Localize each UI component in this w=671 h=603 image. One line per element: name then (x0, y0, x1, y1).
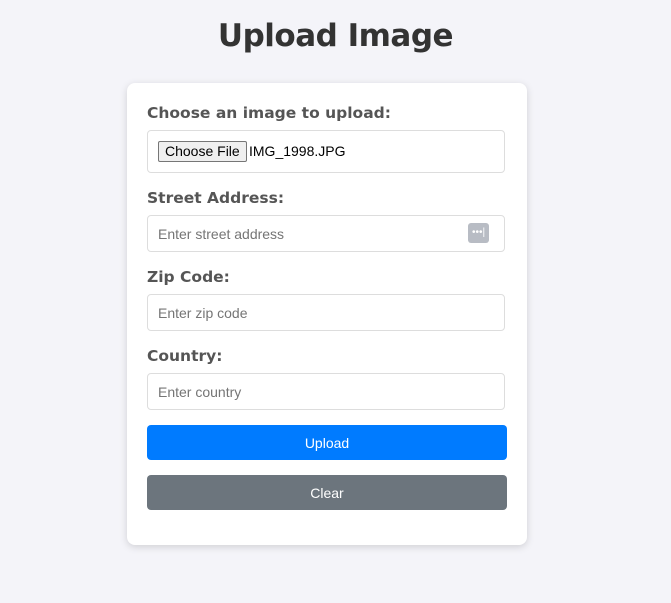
country-field[interactable] (147, 373, 505, 410)
zip-field[interactable] (147, 294, 505, 331)
street-input[interactable] (148, 216, 468, 251)
password-manager-icon[interactable]: •••| (468, 223, 489, 243)
street-field[interactable]: •••| (147, 215, 505, 252)
upload-button[interactable]: Upload (147, 425, 507, 460)
street-label: Street Address: (147, 189, 285, 207)
zip-input[interactable] (148, 295, 468, 330)
zip-label: Zip Code: (147, 268, 230, 286)
choose-file-button[interactable]: Choose File (158, 141, 247, 162)
file-label: Choose an image to upload: (147, 104, 391, 122)
file-input[interactable]: Choose File IMG_1998.JPG (147, 130, 505, 173)
file-name: IMG_1998.JPG (249, 143, 346, 159)
country-input[interactable] (148, 374, 468, 409)
clear-button[interactable]: Clear (147, 475, 507, 510)
page-title: Upload Image (217, 18, 454, 54)
upload-form: Choose an image to upload: Choose File I… (127, 83, 527, 545)
country-label: Country: (147, 347, 223, 365)
